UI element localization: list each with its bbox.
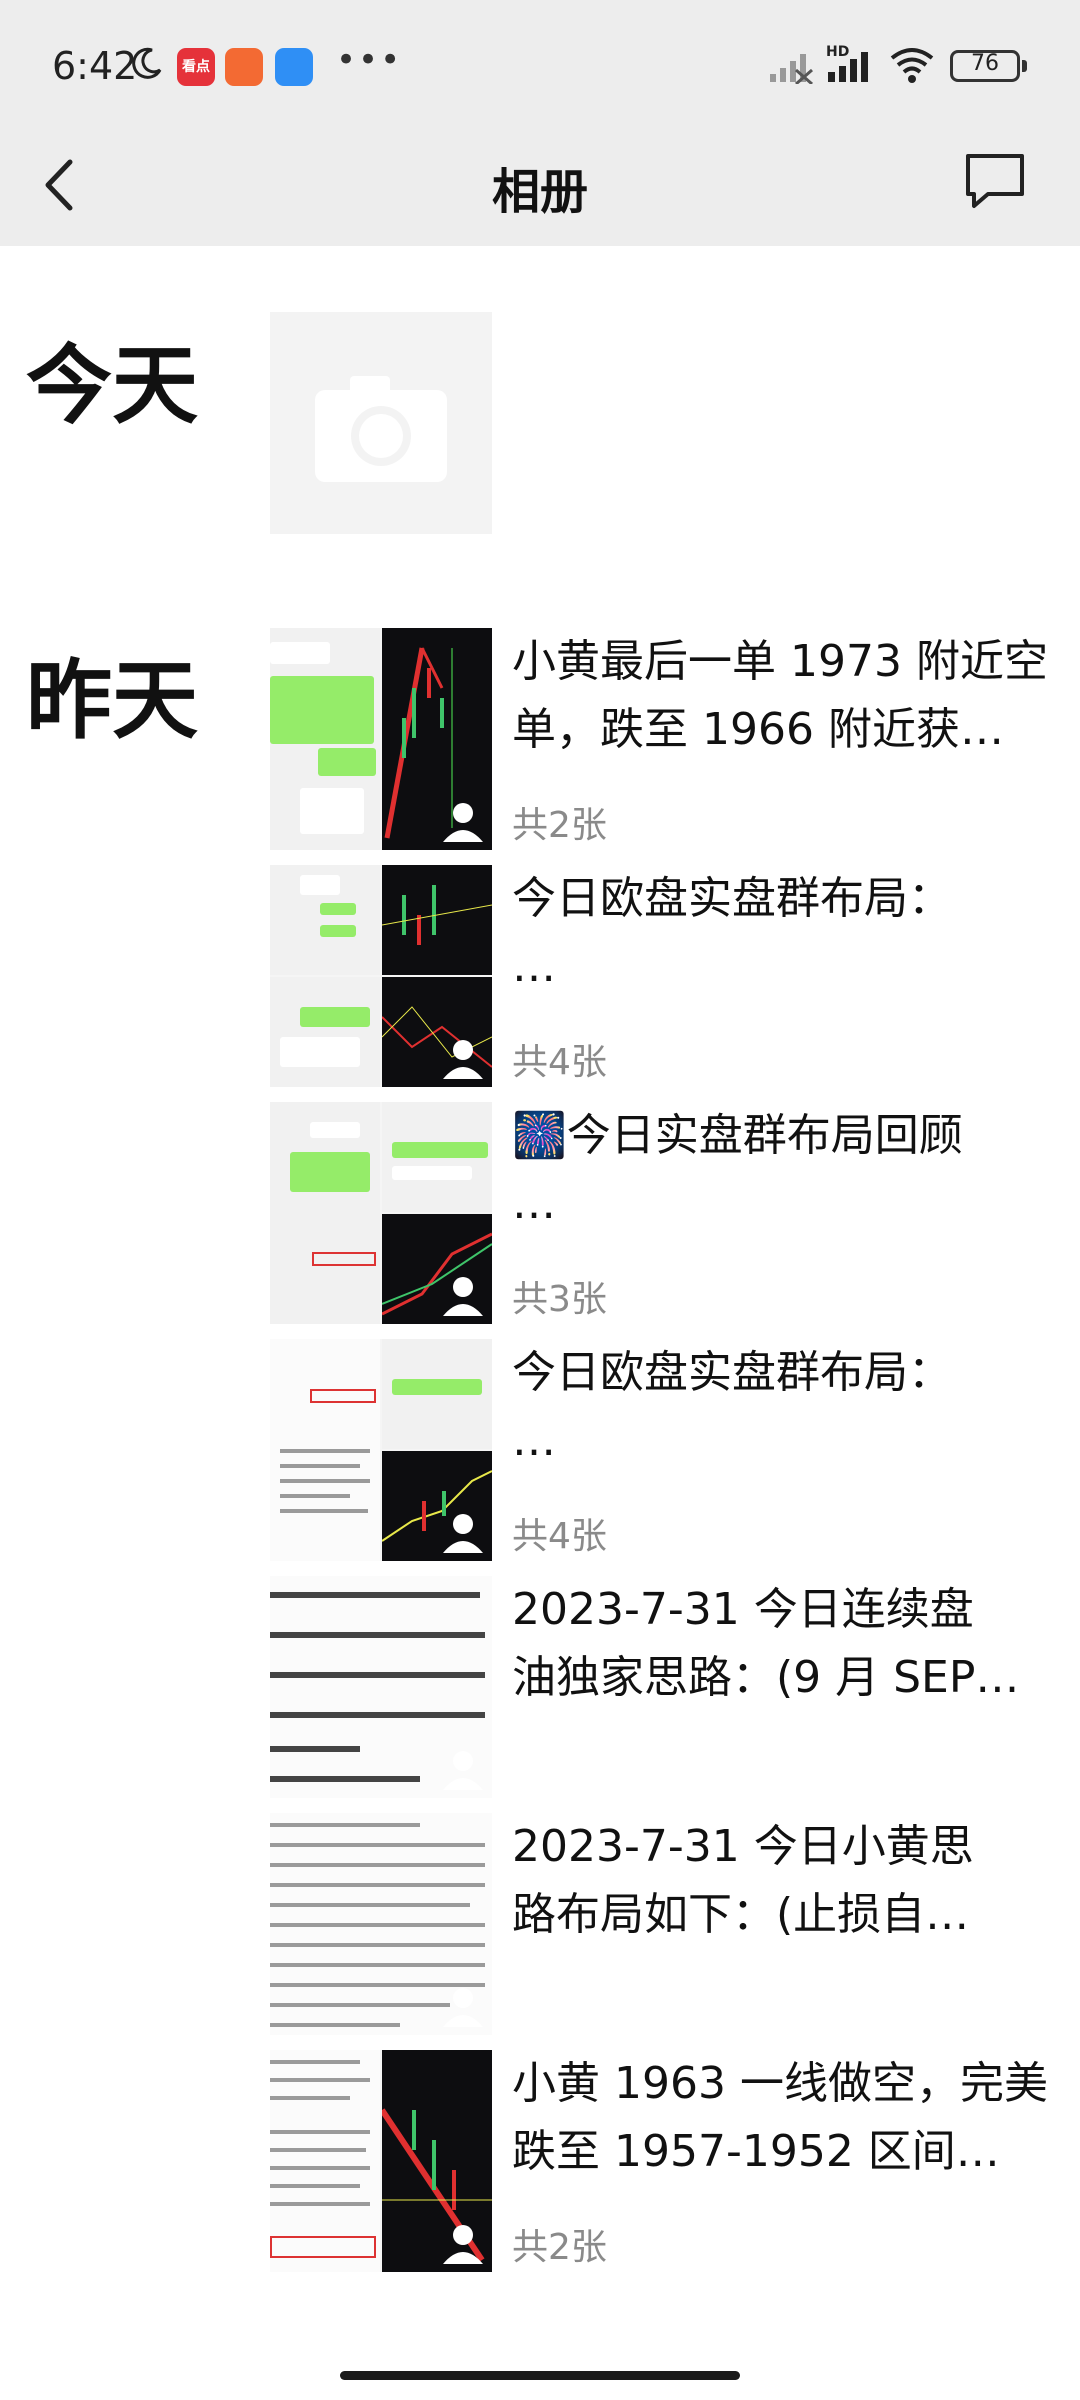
album-thumbnail[interactable] — [270, 1576, 492, 1798]
battery-tip — [1022, 60, 1027, 72]
album-count: 共3张 — [512, 1279, 607, 1320]
album-title-line2: … — [512, 941, 556, 992]
battery-level: 76 — [971, 51, 999, 76]
album-title-line1: 今日欧盘实盘群布局： — [512, 1347, 952, 1398]
album-count: 共4张 — [512, 1042, 607, 1083]
album-thumbnail[interactable] — [270, 628, 492, 850]
moon-icon — [132, 47, 162, 79]
person-icon — [443, 1277, 483, 1316]
album-title: 🎆今日实盘群布局回顾 … — [512, 1102, 1050, 1238]
thumb-chat-image — [270, 865, 380, 975]
album-thumbnail[interactable] — [270, 1813, 492, 2035]
person-icon — [443, 803, 483, 842]
thumb-doc-image — [270, 2050, 380, 2272]
post-photo-button[interactable] — [270, 312, 492, 534]
album-item[interactable]: 2023-7-31 今日小黄思 路布局如下：(止损自… — [270, 1813, 1050, 2035]
album-item[interactable]: 小黄最后一单 1973 附近空 单，跌至 1966 附近获… 共2张 — [270, 628, 1050, 850]
thumb-chat-image — [270, 977, 380, 1087]
thumb-chat-image — [270, 628, 380, 850]
album-title-line2: … — [512, 1415, 556, 1466]
person-icon — [443, 2225, 483, 2264]
person-icon — [443, 1988, 483, 2027]
album-title-line1: 今日欧盘实盘群布局： — [512, 873, 952, 924]
thumb-doc-image — [270, 1339, 380, 1561]
album-thumbnail[interactable] — [270, 1102, 492, 1324]
album-item[interactable]: 今日欧盘实盘群布局： … 共4张 — [270, 865, 1050, 1087]
app-notification-icon — [275, 48, 313, 86]
app-notification-icon — [225, 48, 263, 86]
home-indicator[interactable] — [340, 2371, 740, 2380]
thumb-chart-image — [382, 865, 492, 975]
album-title-line1: 2023-7-31 今日小黄思 — [512, 1821, 974, 1872]
status-time: 6:42 — [52, 44, 138, 88]
album-thumbnail[interactable] — [270, 865, 492, 1087]
album-thumbnail[interactable] — [270, 1339, 492, 1561]
album-thumbnail[interactable] — [270, 2050, 492, 2272]
album-title-line2: … — [512, 1178, 556, 1229]
app-notification-icon: 看点 — [177, 48, 215, 86]
album-count: 共4张 — [512, 1516, 607, 1557]
album-title: 小黄 1963 一线做空，完美 跌至 1957-1952 区间… — [512, 2050, 1050, 2186]
person-icon — [443, 1040, 483, 1079]
album-title: 今日欧盘实盘群布局： … — [512, 865, 1050, 1001]
album-title: 小黄最后一单 1973 附近空 单，跌至 1966 附近获… — [512, 628, 1050, 764]
thumb-chat-image — [270, 1102, 380, 1324]
battery-icon: 76 — [950, 50, 1020, 82]
page-title: 相册 — [491, 164, 588, 220]
album-title: 2023-7-31 今日小黄思 路布局如下：(止损自… — [512, 1813, 1050, 1949]
signal-icon — [828, 52, 868, 82]
album-item[interactable]: 🎆今日实盘群布局回顾 … 共3张 — [270, 1102, 1050, 1324]
album-title-line1: 小黄 1963 一线做空，完美 — [512, 2058, 1048, 2109]
status-bar: 6:42 看点 ••• HD 76 — [0, 0, 1080, 130]
album-title-line2: 单，跌至 1966 附近获… — [512, 704, 1004, 755]
album-title: 今日欧盘实盘群布局： … — [512, 1339, 1050, 1475]
album-item[interactable]: 今日欧盘实盘群布局： … 共4张 — [270, 1339, 1050, 1561]
more-notifications-icon: ••• — [336, 40, 403, 80]
app-badge-label: 看点 — [182, 59, 210, 75]
person-icon — [443, 1514, 483, 1553]
album-title-line1: 2023-7-31 今日连续盘 — [512, 1584, 974, 1635]
person-icon — [443, 1751, 483, 1790]
thumb-chat-image — [382, 1102, 492, 1212]
album-title: 2023-7-31 今日连续盘 油独家思路：(9 月 SEP… — [512, 1576, 1050, 1712]
album-count: 共2张 — [512, 805, 607, 846]
album-title-line2: 跌至 1957-1952 区间… — [512, 2126, 1000, 2177]
thumb-chat-image — [382, 1339, 492, 1449]
section-label-today: 今天 — [26, 336, 198, 436]
camera-icon — [315, 376, 447, 482]
album-title-line1: 小黄最后一单 1973 附近空 — [512, 636, 1048, 687]
section-label-yesterday: 昨天 — [26, 651, 198, 751]
nav-bar: 相册 — [0, 130, 1080, 246]
album-item[interactable]: 小黄 1963 一线做空，完美 跌至 1957-1952 区间… 共2张 — [270, 2050, 1050, 2272]
message-icon[interactable] — [962, 150, 1028, 212]
album-title-line2: 油独家思路：(9 月 SEP… — [512, 1652, 1020, 1703]
signal-icon — [770, 54, 813, 84]
wifi-icon — [890, 48, 934, 83]
album-title-line1: 🎆今日实盘群布局回顾 — [512, 1110, 963, 1161]
album-count: 共2张 — [512, 2227, 607, 2268]
album-title-line2: 路布局如下：(止损自… — [512, 1889, 970, 1940]
album-item[interactable]: 2023-7-31 今日连续盘 油独家思路：(9 月 SEP… — [270, 1576, 1050, 1798]
